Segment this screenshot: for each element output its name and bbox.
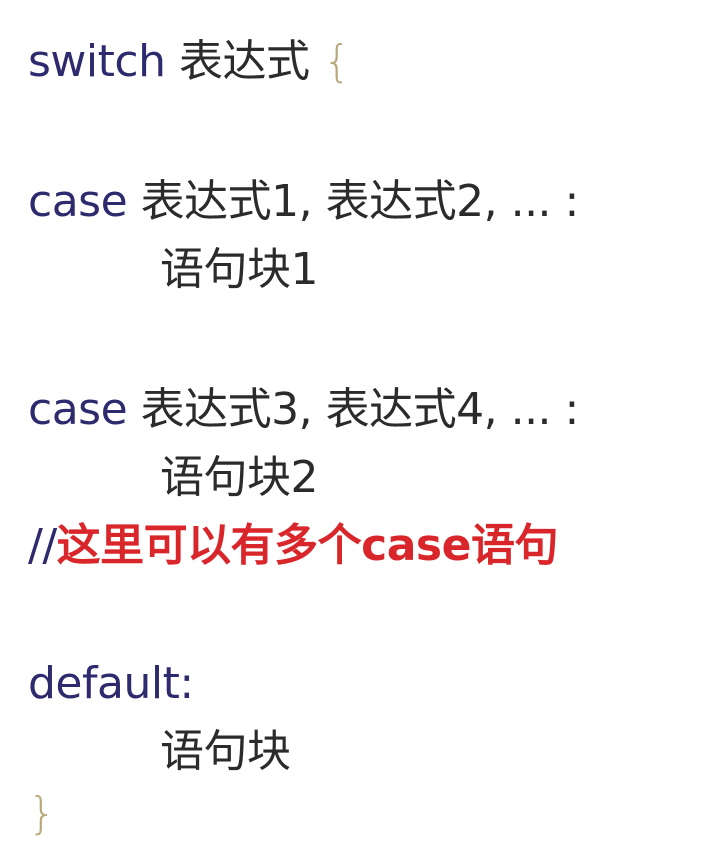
case2-expressions: 表达式3, 表达式4, ... : <box>140 384 580 435</box>
close-brace-line: } <box>28 788 56 840</box>
open-brace: { <box>322 36 351 87</box>
case2-line: case 表达式3, 表达式4, ... : <box>28 384 579 436</box>
default-block-line: 语句块 <box>160 726 291 778</box>
default-keyword: default: <box>28 658 194 709</box>
code-snippet: switch 表达式 { case 表达式1, 表达式2, ... : 语句块1… <box>0 0 720 859</box>
block2-text: 语句块2 <box>160 452 319 503</box>
comment-line: //这里可以有多个case语句 <box>28 520 558 572</box>
switch-line: switch 表达式 { <box>28 36 351 88</box>
case1-line: case 表达式1, 表达式2, ... : <box>28 176 579 228</box>
comment-slashes: // <box>28 520 57 571</box>
switch-keyword: switch <box>28 36 166 87</box>
default-block-text: 语句块 <box>160 726 291 777</box>
block1-line: 语句块1 <box>160 244 319 296</box>
case1-keyword: case <box>28 176 128 227</box>
switch-expression: 表达式 <box>178 36 310 87</box>
case1-expressions: 表达式1, 表达式2, ... : <box>140 176 580 227</box>
case2-keyword: case <box>28 384 128 435</box>
comment-text: 这里可以有多个case语句 <box>56 520 559 571</box>
close-brace: } <box>28 788 56 839</box>
block1-text: 语句块1 <box>160 244 319 295</box>
block2-line: 语句块2 <box>160 452 319 504</box>
default-line: default: <box>28 658 194 710</box>
